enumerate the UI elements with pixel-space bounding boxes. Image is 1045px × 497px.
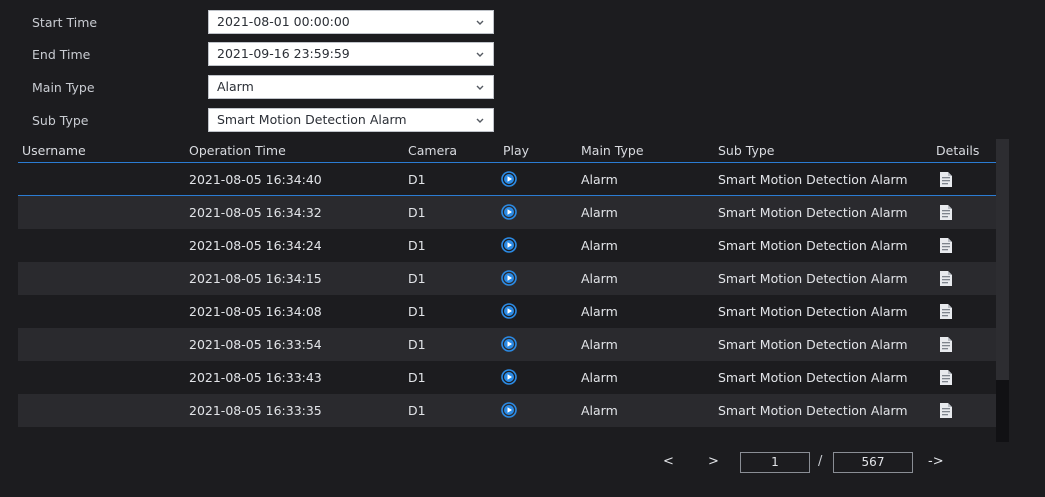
cell-main-type: Alarm	[581, 205, 618, 220]
start-time-select[interactable]: 2021-08-01 00:00:00	[208, 10, 494, 34]
start-time-value: 2021-08-01 00:00:00	[217, 14, 350, 29]
main-type-select[interactable]: Alarm	[208, 75, 494, 99]
cell-main-type: Alarm	[581, 271, 618, 286]
cell-sub-type: Smart Motion Detection Alarm	[718, 205, 908, 220]
cell-main-type: Alarm	[581, 337, 618, 352]
go-page-button[interactable]: ->	[928, 452, 944, 472]
cell-main-type: Alarm	[581, 172, 618, 187]
table-row[interactable]: 2021-08-05 16:34:15 D1 Alarm Smart Motion D…	[18, 262, 996, 295]
header-main-type[interactable]: Main Type	[581, 139, 644, 162]
play-circle-icon[interactable]	[501, 171, 517, 187]
end-time-value: 2021-09-16 23:59:59	[217, 46, 350, 61]
cell-operation-time: 2021-08-05 16:34:24	[189, 238, 322, 253]
cell-main-type: Alarm	[581, 304, 618, 319]
header-play[interactable]: Play	[503, 139, 529, 162]
table-row[interactable]: 2021-08-05 16:34:24 D1 Alarm Smart Motion D…	[18, 229, 996, 262]
cell-sub-type: Smart Motion Detection Alarm	[718, 403, 908, 418]
cell-sub-type: Smart Motion Detection Alarm	[718, 304, 908, 319]
cell-operation-time: 2021-08-05 16:33:54	[189, 337, 322, 352]
table-row[interactable]: 2021-08-05 16:33:35 D1 Alarm Smart Motion D…	[18, 394, 996, 427]
cell-camera: D1	[408, 370, 426, 385]
play-circle-icon[interactable]	[501, 303, 517, 319]
page-number-input[interactable]: 1	[740, 452, 810, 473]
cell-main-type: Alarm	[581, 403, 618, 418]
cell-camera: D1	[408, 304, 426, 319]
cell-sub-type: Smart Motion Detection Alarm	[718, 370, 908, 385]
sub-type-select[interactable]: Smart Motion Detection Alarm	[208, 108, 494, 132]
play-circle-icon[interactable]	[501, 237, 517, 253]
end-time-label: End Time	[32, 47, 91, 62]
document-icon[interactable]	[939, 171, 953, 188]
table-header: Username Operation Time Camera Play Main…	[18, 139, 996, 163]
table-row[interactable]: 2021-08-05 16:34:08 D1 Alarm Smart Motion D…	[18, 295, 996, 328]
play-circle-icon[interactable]	[501, 336, 517, 352]
cell-operation-time: 2021-08-05 16:34:08	[189, 304, 322, 319]
table-scrollbar[interactable]	[996, 139, 1009, 442]
sub-type-value: Smart Motion Detection Alarm	[217, 112, 407, 127]
header-camera[interactable]: Camera	[408, 139, 457, 162]
chevron-down-icon	[476, 20, 484, 25]
cell-operation-time: 2021-08-05 16:34:15	[189, 271, 322, 286]
cell-camera: D1	[408, 238, 426, 253]
play-circle-icon[interactable]	[501, 369, 517, 385]
cell-main-type: Alarm	[581, 370, 618, 385]
document-icon[interactable]	[939, 237, 953, 254]
cell-sub-type: Smart Motion Detection Alarm	[718, 271, 908, 286]
cell-main-type: Alarm	[581, 238, 618, 253]
document-icon[interactable]	[939, 270, 953, 287]
play-circle-icon[interactable]	[501, 204, 517, 220]
document-icon[interactable]	[939, 303, 953, 320]
start-time-row: Start Time 2021-08-01 00:00:00	[0, 10, 500, 38]
cell-operation-time: 2021-08-05 16:34:32	[189, 205, 322, 220]
cell-operation-time: 2021-08-05 16:33:35	[189, 403, 322, 418]
sub-type-label: Sub Type	[32, 113, 89, 128]
page-separator: /	[818, 454, 823, 469]
chevron-down-icon	[476, 118, 484, 123]
prev-page-button[interactable]: <	[663, 452, 674, 472]
table-row[interactable]: 2021-08-05 16:33:43 D1 Alarm Smart Motion D…	[18, 361, 996, 394]
main-type-row: Main Type Alarm	[0, 75, 500, 103]
main-type-label: Main Type	[32, 80, 95, 95]
cell-sub-type: Smart Motion Detection Alarm	[718, 238, 908, 253]
play-circle-icon[interactable]	[501, 270, 517, 286]
scrollbar-thumb[interactable]	[996, 139, 1009, 380]
total-pages-box: 567	[833, 452, 913, 473]
header-operation-time[interactable]: Operation Time	[189, 139, 286, 162]
main-type-value: Alarm	[217, 79, 254, 94]
cell-camera: D1	[408, 205, 426, 220]
sub-type-row: Sub Type Smart Motion Detection Alarm	[0, 108, 500, 136]
next-page-button[interactable]: >	[708, 452, 719, 472]
document-icon[interactable]	[939, 402, 953, 419]
cell-operation-time: 2021-08-05 16:33:43	[189, 370, 322, 385]
table-body: 2021-08-05 16:34:40 D1 Alarm Smart Motion D…	[18, 163, 996, 427]
cell-camera: D1	[408, 403, 426, 418]
chevron-down-icon	[476, 52, 484, 57]
table-row[interactable]: 2021-08-05 16:33:54 D1 Alarm Smart Motion D…	[18, 328, 996, 361]
document-icon[interactable]	[939, 336, 953, 353]
log-table: Username Operation Time Camera Play Main…	[18, 139, 996, 427]
table-row[interactable]: 2021-08-05 16:34:32 D1 Alarm Smart Motion D…	[18, 196, 996, 229]
cell-sub-type: Smart Motion Detection Alarm	[718, 172, 908, 187]
cell-camera: D1	[408, 337, 426, 352]
header-sub-type[interactable]: Sub Type	[718, 139, 774, 162]
table-row[interactable]: 2021-08-05 16:34:40 D1 Alarm Smart Motion D…	[18, 163, 996, 196]
cell-operation-time: 2021-08-05 16:34:40	[189, 172, 322, 187]
document-icon[interactable]	[939, 369, 953, 386]
header-details[interactable]: Details	[936, 139, 979, 162]
cell-camera: D1	[408, 271, 426, 286]
document-icon[interactable]	[939, 204, 953, 221]
header-username[interactable]: Username	[22, 139, 86, 162]
play-circle-icon[interactable]	[501, 402, 517, 418]
end-time-select[interactable]: 2021-09-16 23:59:59	[208, 42, 494, 66]
chevron-down-icon	[476, 85, 484, 90]
cell-sub-type: Smart Motion Detection Alarm	[718, 337, 908, 352]
start-time-label: Start Time	[32, 15, 98, 30]
cell-camera: D1	[408, 172, 426, 187]
end-time-row: End Time 2021-09-16 23:59:59	[0, 42, 500, 70]
